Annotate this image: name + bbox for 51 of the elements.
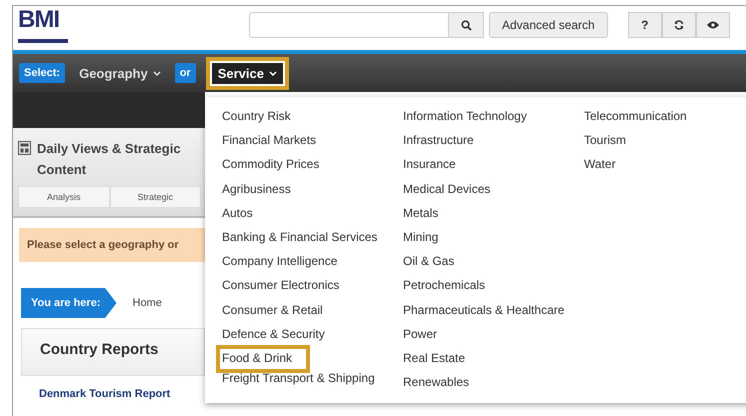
menu-item[interactable]: Telecommunication (582, 107, 689, 132)
breadcrumb-link[interactable]: Home (132, 297, 162, 309)
alert-message: Please select a geography or (19, 228, 205, 262)
view-button[interactable] (696, 12, 730, 38)
menu-item[interactable]: Real Estate (401, 348, 468, 374)
menu-item[interactable]: Renewables (401, 373, 472, 398)
search-field[interactable] (249, 12, 449, 38)
advanced-search-button[interactable]: Advanced search (489, 12, 608, 38)
breadcrumb-label: You are here: (21, 288, 116, 318)
menu-item[interactable]: Petrochemicals (401, 276, 488, 300)
menu-item[interactable]: Banking & Financial Services (220, 228, 380, 252)
menu-item[interactable]: Information Technology (401, 107, 529, 132)
refresh-button[interactable] (662, 12, 696, 38)
menu-item[interactable]: Agribusiness (220, 180, 293, 204)
or-label: or (174, 63, 196, 83)
menu-item[interactable]: Consumer Electronics (220, 276, 342, 300)
selector-dropdown[interactable]: Geography (75, 60, 165, 86)
menu-item[interactable]: Infrastructure (401, 131, 476, 156)
report-link[interactable]: Denmark Tourism Report (39, 388, 205, 400)
menu-item[interactable]: Oil & Gas (401, 252, 456, 276)
report-icon (18, 141, 31, 155)
menu-item[interactable]: Mining (401, 228, 440, 252)
panel-tab[interactable]: Strategic (110, 186, 201, 208)
menu-item[interactable]: Tourism (582, 131, 628, 156)
refresh-icon (674, 20, 684, 30)
select-label: Select: (19, 63, 66, 83)
menu-item[interactable]: Pharmaceuticals & Healthcare (401, 300, 566, 325)
menu-item[interactable]: Medical Devices (401, 180, 492, 204)
menu-item[interactable]: Autos (220, 204, 255, 228)
menu-item[interactable]: Insurance (401, 155, 458, 180)
logo[interactable]: BMI (18, 7, 68, 33)
menu-item[interactable]: Company Intelligence (220, 252, 340, 276)
menu-item[interactable]: Consumer & Retail (220, 300, 325, 325)
menu-item[interactable]: Power (401, 324, 440, 349)
menu-item[interactable]: Financial Markets (220, 131, 318, 156)
logo-underline (18, 39, 68, 43)
panel-tab[interactable]: Analysis (18, 186, 110, 208)
caret-icon (268, 70, 277, 76)
menu-item[interactable]: Water (582, 155, 618, 180)
menu-item[interactable]: Country Risk (220, 107, 293, 132)
search-icon (460, 20, 472, 30)
menu-item[interactable]: Food & Drink (216, 344, 310, 373)
panel-title: Daily Views & Strategic Content (37, 140, 182, 179)
selector-dropdown[interactable]: Service (206, 56, 289, 90)
card-title: Country Reports (40, 341, 158, 358)
menu-item[interactable]: Commodity Prices (220, 155, 322, 180)
eye-icon (706, 21, 719, 29)
caret-icon (152, 70, 161, 76)
menu-item[interactable]: Metals (401, 204, 440, 228)
search-button[interactable] (449, 12, 484, 38)
help-button[interactable]: ? (628, 12, 662, 38)
